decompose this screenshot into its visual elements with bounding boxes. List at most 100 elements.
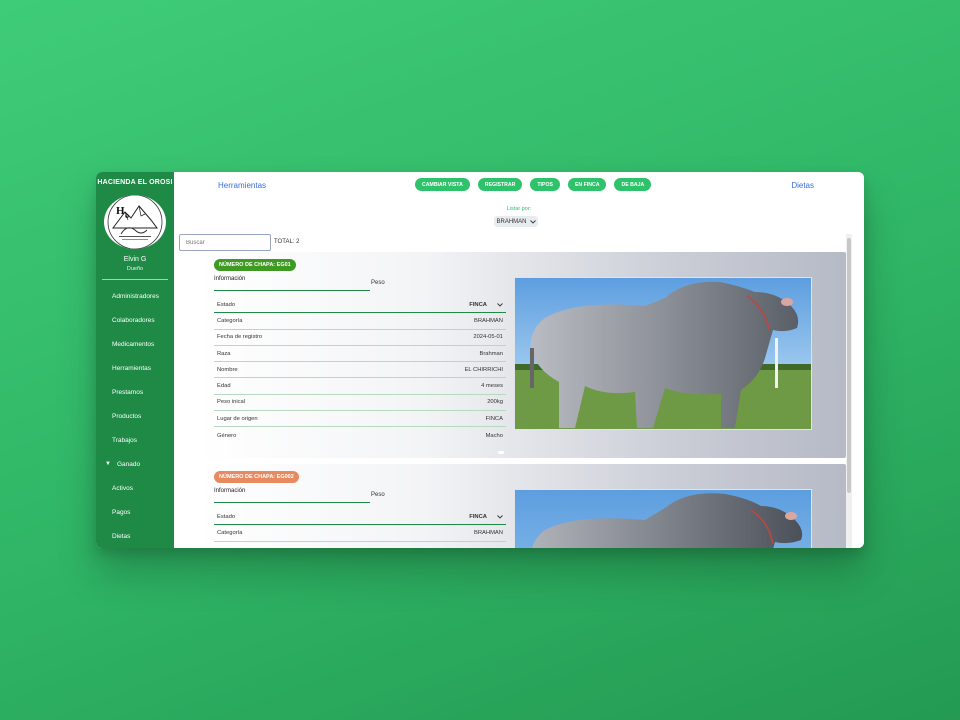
sidebar-item-prestamos[interactable]: Prestamos <box>96 380 174 404</box>
cattle-card: NÚMERO DE CHAPA: EG01 Información Peso E… <box>196 252 846 458</box>
sidebar-item-trabajos[interactable]: Trabajos <box>96 428 174 452</box>
row-value: Brahman <box>479 350 503 357</box>
chevron-down-icon <box>529 219 536 224</box>
scrollbar-thumb[interactable] <box>847 238 851 493</box>
nav-link-herramientas[interactable]: Herramientas <box>218 181 266 190</box>
info-row: Edad 4 meses <box>214 378 506 395</box>
nav-link-dietas[interactable]: Dietas <box>791 181 814 190</box>
sidebar-item-label: Herramientas <box>112 364 152 372</box>
row-value: Macho <box>485 432 503 439</box>
tipos-button[interactable]: TIPOS <box>530 178 560 191</box>
sidebar-item-label: Administradores <box>112 292 159 300</box>
sidebar-item-label: Prestamos <box>112 388 144 396</box>
row-label: Género <box>217 432 237 439</box>
svg-text:H: H <box>116 205 125 217</box>
sidebar-item-label: Ganado <box>116 460 141 468</box>
info-tab-label[interactable]: Información <box>214 488 245 494</box>
top-bar: Herramientas CAMBIAR VISTA REGISTRAR TIP… <box>174 172 864 200</box>
sidebar-menu: Administradores Colaboradores Medicament… <box>96 284 174 548</box>
sidebar-item-administradores[interactable]: Administradores <box>96 284 174 308</box>
row-value: BRAHMAN <box>474 529 503 536</box>
filter-select[interactable]: BRAHMAN <box>494 216 538 227</box>
farm-logo-icon: H o <box>107 195 163 250</box>
info-rows: Estado FINCA Categoría BRAHMAN Fecha de r… <box>214 297 506 444</box>
carousel-indicator[interactable] <box>498 451 504 454</box>
row-value: FINCA <box>469 513 487 520</box>
sidebar-item-label: Trabajos <box>112 436 138 444</box>
info-row: Género Macho <box>214 427 506 443</box>
registrar-button[interactable]: REGISTRAR <box>477 178 523 191</box>
row-value: 4 meses <box>481 383 503 390</box>
sidebar-item-medicamentos[interactable]: Medicamentos <box>96 332 174 356</box>
chevron-down-icon <box>497 514 503 519</box>
row-value: 2024-05-01 <box>473 334 503 341</box>
main-panel: Herramientas CAMBIAR VISTA REGISTRAR TIP… <box>174 172 864 548</box>
cattle-card: NÚMERO DE CHAPA: EG002 Información Peso … <box>196 464 846 548</box>
action-buttons: CAMBIAR VISTA REGISTRAR TIPOS EN FINCA D… <box>415 178 652 191</box>
row-label: Estado <box>217 301 236 308</box>
row-label: Lugar de origen <box>217 415 258 422</box>
brahman-bull-image <box>515 278 811 429</box>
info-row: Fecha de registro 2024-05-01 <box>214 330 506 346</box>
row-label: Edad <box>217 383 231 390</box>
row-value: FINCA <box>469 301 487 308</box>
user-name: Elvin G <box>123 256 147 264</box>
info-row: Categoría BRAHMAN <box>214 313 506 330</box>
info-row: Peso inical 200kg <box>214 395 506 412</box>
cambiar-vista-button[interactable]: CAMBIAR VISTA <box>415 178 470 191</box>
info-row: Categoría BRAHMAN <box>214 525 506 542</box>
sidebar-item-label: Pagos <box>112 508 131 516</box>
sidebar-item-herramientas[interactable]: Herramientas <box>96 356 174 380</box>
sidebar-item-label: Productos <box>112 412 142 420</box>
info-row-estado: Estado FINCA <box>214 297 506 314</box>
sidebar-item-label: Medicamentos <box>112 340 155 348</box>
peso-tab-label[interactable]: Peso <box>371 492 385 498</box>
info-row-estado: Estado FINCA <box>214 509 506 526</box>
row-label: Raza <box>217 350 231 357</box>
sidebar-item-label: Dietas <box>112 532 131 540</box>
sidebar-item-ganado[interactable]: ▼ Ganado <box>96 452 174 476</box>
tag-number-badge: NÚMERO DE CHAPA: EG01 <box>214 259 296 271</box>
cattle-list: NÚMERO DE CHAPA: EG01 Información Peso E… <box>196 252 846 548</box>
info-row: Lugar de origen FINCA <box>214 411 506 428</box>
sidebar-item-dietas[interactable]: Dietas <box>96 524 174 548</box>
user-role: Dueño <box>126 266 144 273</box>
row-label: Estado <box>217 513 236 520</box>
row-label: Peso inical <box>217 399 246 406</box>
info-tab-underline <box>214 502 370 503</box>
sidebar-item-productos[interactable]: Productos <box>96 404 174 428</box>
row-value: EL CHIRRICHI <box>464 366 503 373</box>
farm-logo: H o <box>104 195 166 250</box>
sidebar-item-label: Colaboradores <box>112 316 155 324</box>
row-label: Fecha de registro <box>217 334 263 341</box>
total-count: TOTAL: 2 <box>274 239 300 245</box>
info-row: Raza Brahman <box>214 346 506 363</box>
sidebar-item-colaboradores[interactable]: Colaboradores <box>96 308 174 332</box>
row-value: FINCA <box>485 415 503 422</box>
app-window: HACIENDA EL OROSI H o Elvin G Dueño Admi… <box>96 172 864 548</box>
row-label: Categoría <box>217 317 243 324</box>
scrollbar[interactable] <box>846 234 852 548</box>
brand-title: HACIENDA EL OROSI <box>97 179 173 186</box>
info-rows: Estado FINCA Categoría BRAHMAN <box>214 509 506 542</box>
sidebar: HACIENDA EL OROSI H o Elvin G Dueño Admi… <box>96 172 174 548</box>
info-row: Nombre EL CHIRRICHI <box>214 362 506 379</box>
sidebar-item-activos[interactable]: Activos <box>96 476 174 500</box>
peso-tab-label[interactable]: Peso <box>371 280 385 286</box>
tag-number-badge: NÚMERO DE CHAPA: EG002 <box>214 471 299 483</box>
row-label: Categoría <box>217 529 243 536</box>
svg-text:o: o <box>125 211 129 220</box>
triangle-down-icon: ▼ <box>105 461 111 467</box>
estado-select[interactable]: FINCA <box>469 514 503 520</box>
brahman-bull-image <box>515 490 811 548</box>
search-input[interactable] <box>179 234 271 251</box>
sidebar-item-pagos[interactable]: Pagos <box>96 500 174 524</box>
estado-select[interactable]: FINCA <box>469 302 503 308</box>
de-baja-button[interactable]: DE BAJA <box>614 178 652 191</box>
info-tab-underline <box>214 290 370 291</box>
sidebar-divider <box>102 279 168 280</box>
cattle-photo <box>514 277 812 430</box>
row-value: BRAHMAN <box>474 317 503 324</box>
en-finca-button[interactable]: EN FINCA <box>567 178 607 191</box>
info-tab-label[interactable]: Información <box>214 276 245 282</box>
